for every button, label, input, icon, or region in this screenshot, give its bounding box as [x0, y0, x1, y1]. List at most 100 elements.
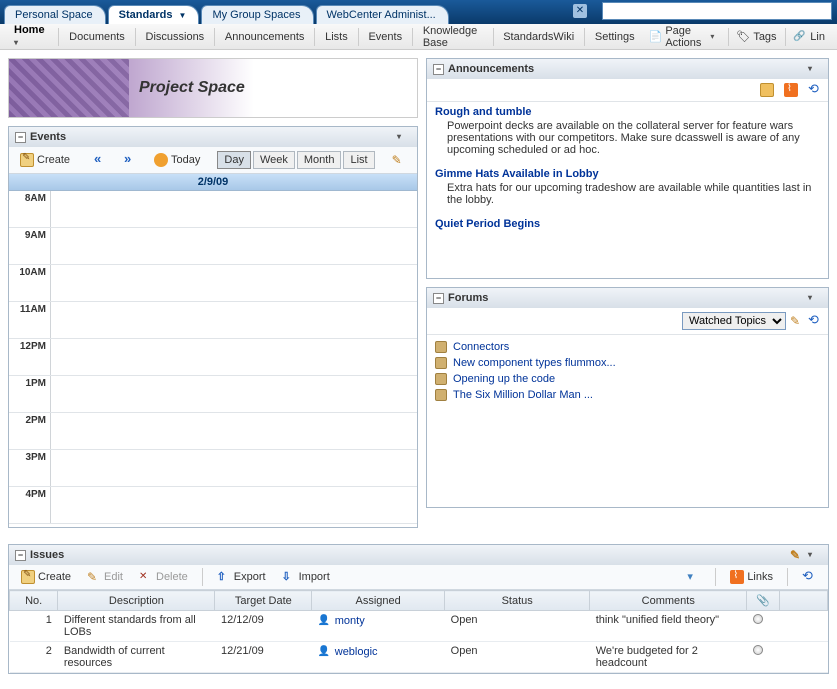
links-link[interactable]: Lin [787, 30, 831, 44]
calendar-grid[interactable]: 8AM 9AM 10AM 11AM 12PM 1PM 2PM 3PM 4PM [9, 191, 417, 527]
panel-menu-icon[interactable] [808, 548, 822, 562]
time-slot[interactable] [51, 302, 417, 338]
announcements-toolbar [427, 79, 828, 102]
time-slot[interactable] [51, 191, 417, 227]
delete-issue-button[interactable]: Delete [133, 568, 194, 586]
page-actions-label: Page Actions [665, 25, 707, 49]
time-slot[interactable] [51, 339, 417, 375]
topic-link[interactable]: The Six Million Dollar Man ... [453, 389, 593, 401]
forum-topic[interactable]: Connectors [435, 339, 820, 355]
attachment-icon [753, 645, 763, 655]
chevron-down-icon [14, 36, 28, 50]
nav-standards-wiki[interactable]: StandardsWiki [495, 31, 582, 43]
refresh-button[interactable] [796, 568, 822, 586]
time-slot[interactable] [51, 265, 417, 301]
nav-events[interactable]: Events [360, 31, 410, 43]
nav-announcements[interactable]: Announcements [217, 31, 313, 43]
cell-no: 2 [10, 642, 58, 673]
panel-menu-icon[interactable] [808, 291, 822, 305]
forum-topic[interactable]: Opening up the code [435, 371, 820, 387]
tags-link[interactable]: Tags [730, 30, 782, 44]
home-menu[interactable]: Home [6, 24, 56, 50]
nav-lists[interactable]: Lists [317, 31, 356, 43]
panel-menu-icon[interactable] [397, 130, 411, 144]
label: Export [234, 571, 266, 583]
topic-link[interactable]: New component types flummox... [453, 357, 616, 369]
time-slot[interactable] [51, 487, 417, 523]
pencil-icon [87, 570, 101, 584]
chevron-right-icon [124, 153, 138, 167]
tab-webcenter-admin[interactable]: WebCenter Administ... [316, 5, 449, 24]
today-button[interactable]: Today [147, 150, 207, 170]
filter-button[interactable] [681, 568, 707, 586]
global-search-input[interactable] [602, 2, 832, 20]
refresh-icon[interactable] [808, 314, 822, 328]
collapse-toggle[interactable]: − [15, 550, 26, 561]
cell-attach[interactable] [747, 611, 779, 642]
col-status[interactable]: Status [445, 591, 590, 611]
import-button[interactable]: Import [276, 568, 336, 586]
panel-menu-icon[interactable] [808, 62, 822, 76]
time-slot[interactable] [51, 228, 417, 264]
view-week-button[interactable]: Week [253, 151, 295, 169]
collapse-toggle[interactable]: − [433, 293, 444, 304]
rss-icon[interactable] [784, 83, 798, 97]
page-actions-menu[interactable]: Page Actions [643, 25, 726, 49]
prev-button[interactable] [87, 150, 115, 170]
nav-discussions[interactable]: Discussions [138, 31, 213, 43]
create-issue-button[interactable]: Create [15, 568, 77, 586]
refresh-icon[interactable] [808, 83, 822, 97]
cell-status: Open [445, 642, 590, 673]
next-button[interactable] [117, 150, 145, 170]
nav-settings[interactable]: Settings [587, 31, 643, 43]
edit-issue-button[interactable]: Edit [81, 568, 129, 586]
rss-links-button[interactable]: Links [724, 568, 779, 586]
announcement-item: Rough and tumble Powerpoint decks are av… [427, 102, 828, 164]
time-slot[interactable] [51, 413, 417, 449]
forum-filter-select[interactable]: Watched Topics [682, 312, 786, 330]
view-month-button[interactable]: Month [297, 151, 342, 169]
topic-link[interactable]: Opening up the code [453, 373, 555, 385]
table-row[interactable]: 1 Different standards from all LOBs 12/1… [10, 611, 828, 642]
edit-button[interactable] [385, 150, 413, 170]
collapse-toggle[interactable]: − [433, 64, 444, 75]
cell-comments: think "unified field theory" [590, 611, 747, 642]
folder-icon[interactable] [760, 83, 774, 97]
collapse-toggle[interactable]: − [15, 132, 26, 143]
announcement-title[interactable]: Rough and tumble [435, 106, 532, 118]
pencil-icon[interactable] [790, 548, 804, 562]
tab-personal-space[interactable]: Personal Space [4, 5, 106, 24]
col-comments[interactable]: Comments [590, 591, 747, 611]
announcement-item: Quiet Period Begins [427, 214, 828, 238]
time-slot[interactable] [51, 450, 417, 486]
pencil-icon[interactable] [790, 314, 804, 328]
col-no[interactable]: No. [10, 591, 58, 611]
announcement-title[interactable]: Gimme Hats Available in Lobby [435, 168, 599, 180]
col-assigned[interactable]: Assigned [312, 591, 445, 611]
col-attachment[interactable]: 📎 [747, 591, 779, 611]
close-tab-button[interactable]: ✕ [573, 4, 587, 18]
col-target-date[interactable]: Target Date [215, 591, 312, 611]
view-list-button[interactable]: List [343, 151, 374, 169]
time-label: 12PM [9, 339, 51, 375]
col-description[interactable]: Description [58, 591, 215, 611]
time-slot[interactable] [51, 376, 417, 412]
cell-attach[interactable] [747, 642, 779, 673]
home-label: Home [14, 24, 45, 36]
tab-my-group-spaces[interactable]: My Group Spaces [201, 5, 313, 24]
assigned-link[interactable]: monty [335, 615, 365, 627]
label: Links [747, 571, 773, 583]
create-event-button[interactable]: Create [13, 150, 77, 170]
forum-topic[interactable]: New component types flummox... [435, 355, 820, 371]
export-button[interactable]: Export [211, 568, 272, 586]
tab-standards[interactable]: Standards ▼ [108, 5, 200, 24]
topic-link[interactable]: Connectors [453, 341, 509, 353]
forum-topic[interactable]: The Six Million Dollar Man ... [435, 387, 820, 403]
nav-knowledge-base[interactable]: Knowledge Base [415, 25, 491, 49]
table-row[interactable]: 2 Bandwidth of current resources 12/21/0… [10, 642, 828, 673]
assigned-link[interactable]: weblogic [335, 646, 378, 658]
announcement-title[interactable]: Quiet Period Begins [435, 218, 540, 230]
tags-label: Tags [753, 31, 776, 43]
view-day-button[interactable]: Day [217, 151, 251, 169]
nav-documents[interactable]: Documents [61, 31, 133, 43]
